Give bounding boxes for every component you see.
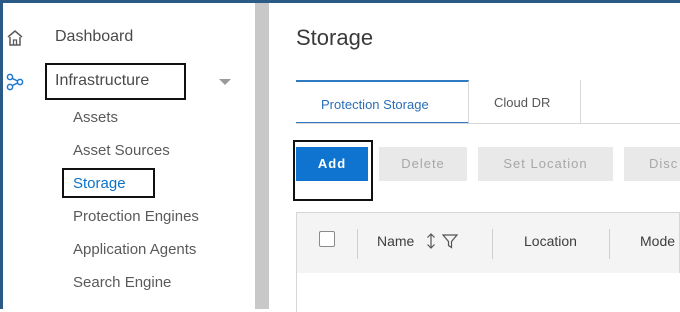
chevron-down-icon[interactable] xyxy=(219,79,231,85)
column-separator xyxy=(609,229,610,259)
network-nodes-icon xyxy=(6,73,24,91)
column-header-name[interactable]: Name xyxy=(377,233,414,249)
tab-label: Cloud DR xyxy=(494,95,551,110)
column-header-location[interactable]: Location xyxy=(524,233,577,249)
table-body xyxy=(296,273,680,312)
sidebar-item-protection-engines[interactable]: Protection Engines xyxy=(73,208,199,225)
disc-button[interactable]: Disc xyxy=(624,147,680,181)
filter-icon[interactable] xyxy=(441,234,459,254)
tab-protection-storage[interactable]: Protection Storage xyxy=(296,80,469,124)
sidebar-item-application-agents[interactable]: Application Agents xyxy=(73,241,196,258)
delete-button[interactable]: Delete xyxy=(379,147,467,181)
sidebar-item-asset-sources[interactable]: Asset Sources xyxy=(73,142,170,159)
home-icon xyxy=(6,29,24,47)
column-separator xyxy=(357,229,358,259)
sidebar-item-storage[interactable]: Storage xyxy=(73,175,126,192)
column-header-mode[interactable]: Mode xyxy=(640,233,675,249)
sidebar-item-dashboard[interactable]: Dashboard xyxy=(3,23,255,53)
tabs-divider xyxy=(296,123,680,124)
set-location-button[interactable]: Set Location xyxy=(478,147,613,181)
select-all-checkbox[interactable] xyxy=(319,231,335,247)
sidebar-item-search-engine[interactable]: Search Engine xyxy=(73,274,171,291)
table-header: Name Location Mode xyxy=(296,212,680,274)
column-separator xyxy=(492,229,493,259)
page-title: Storage xyxy=(296,25,374,50)
sort-updown-icon[interactable] xyxy=(425,233,437,254)
sidebar-item-assets[interactable]: Assets xyxy=(73,109,118,126)
tab-label: Protection Storage xyxy=(321,97,429,112)
highlight-box xyxy=(293,140,373,201)
sidebar-item-label: Infrastructure xyxy=(55,72,150,89)
tab-cloud-dr[interactable]: Cloud DR xyxy=(469,80,581,124)
main-content: Storage Protection Storage Cloud DR Add … xyxy=(269,3,680,312)
sidebar-item-label: Dashboard xyxy=(55,28,134,45)
sidebar: Dashboard Infrastructure Assets Asset So… xyxy=(3,3,255,309)
sidebar-splitter[interactable] xyxy=(255,3,269,309)
sidebar-item-infrastructure[interactable]: Infrastructure xyxy=(3,63,255,100)
